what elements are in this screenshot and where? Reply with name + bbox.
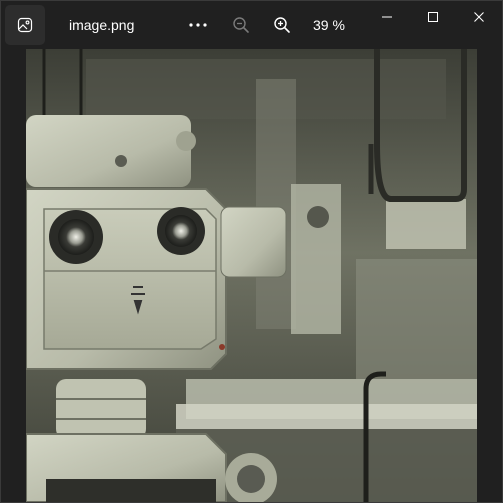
zoom-in-button[interactable]	[266, 9, 298, 41]
more-options-button[interactable]	[182, 9, 214, 41]
file-name-title: image.png	[69, 17, 135, 33]
maximize-button[interactable]	[410, 1, 456, 33]
close-button[interactable]	[456, 1, 502, 33]
minimize-button[interactable]	[364, 1, 410, 33]
zoom-out-button[interactable]	[225, 9, 257, 41]
more-options-icon	[189, 23, 207, 27]
zoom-level-readout[interactable]: 39 %	[313, 17, 345, 33]
photos-viewer-window: image.png 39 %	[0, 0, 503, 503]
app-menu-button[interactable]	[5, 5, 45, 45]
gallery-icon	[17, 17, 33, 33]
zoom-out-icon	[233, 17, 249, 33]
close-icon	[474, 12, 484, 22]
minimize-icon	[382, 16, 392, 18]
title-bar: image.png 39 %	[1, 1, 502, 49]
zoom-in-icon	[274, 17, 290, 33]
robot-photo	[26, 49, 477, 502]
maximize-icon	[428, 12, 438, 22]
image-viewport[interactable]	[1, 49, 502, 502]
